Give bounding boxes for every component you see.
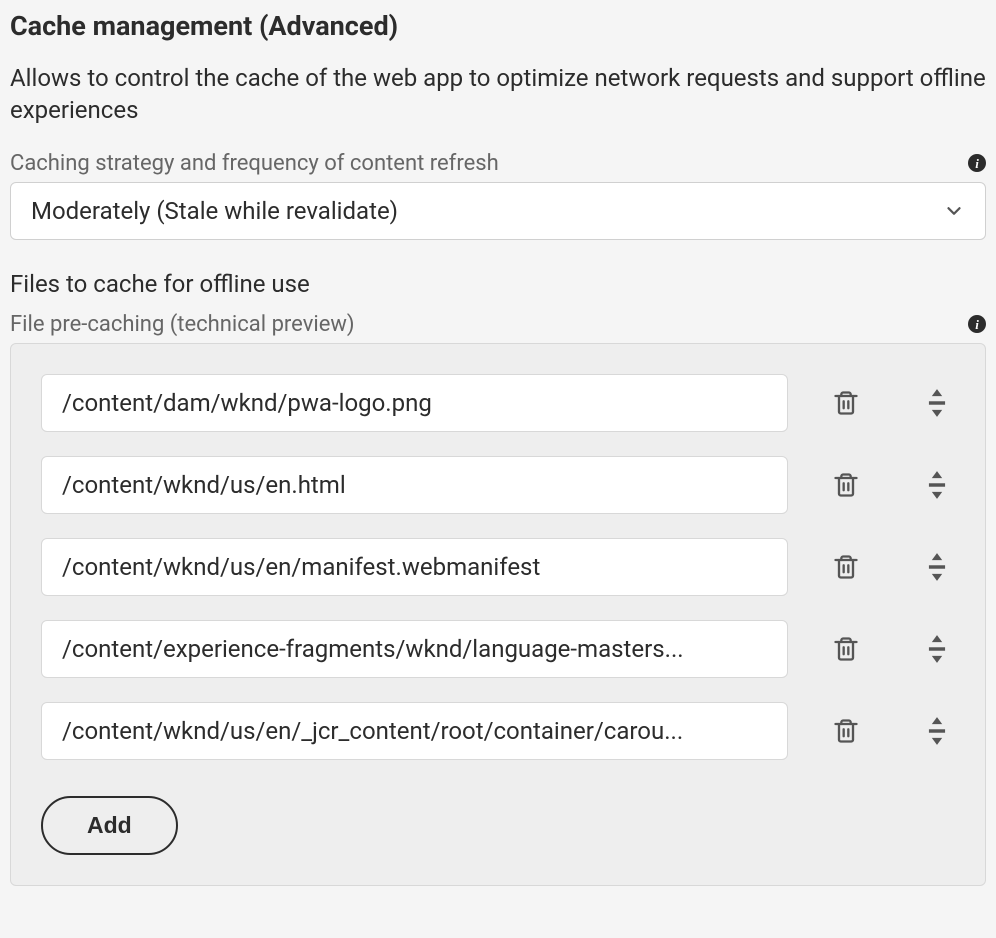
file-path-input[interactable]: /content/experience-fragments/wknd/langu… — [41, 620, 788, 678]
row-actions — [828, 548, 955, 586]
file-path-input[interactable]: /content/wknd/us/en.html — [41, 456, 788, 514]
reorder-icon[interactable] — [919, 466, 955, 504]
add-button[interactable]: Add — [41, 796, 178, 855]
reorder-icon[interactable] — [919, 712, 955, 750]
file-row: /content/experience-fragments/wknd/langu… — [41, 620, 955, 678]
info-icon[interactable]: i — [968, 154, 986, 172]
file-row: /content/wknd/us/en/manifest.webmanifest — [41, 538, 955, 596]
row-actions — [828, 466, 955, 504]
caching-strategy-select[interactable]: Moderately (Stale while revalidate) — [10, 182, 986, 240]
section-title: Cache management (Advanced) — [10, 10, 986, 42]
trash-icon[interactable] — [828, 631, 864, 667]
trash-icon[interactable] — [828, 467, 864, 503]
precaching-label: File pre-caching (technical preview) — [10, 312, 355, 337]
strategy-label-row: Caching strategy and frequency of conten… — [10, 151, 986, 176]
reorder-icon[interactable] — [919, 630, 955, 668]
section-description: Allows to control the cache of the web a… — [10, 62, 986, 127]
info-icon[interactable]: i — [968, 315, 986, 333]
trash-icon[interactable] — [828, 549, 864, 585]
row-actions — [828, 384, 955, 422]
files-title: Files to cache for offline use — [10, 270, 986, 298]
file-row: /content/wknd/us/en.html — [41, 456, 955, 514]
row-actions — [828, 712, 955, 750]
reorder-icon[interactable] — [919, 384, 955, 422]
select-value: Moderately (Stale while revalidate) — [31, 197, 398, 225]
trash-icon[interactable] — [828, 385, 864, 421]
reorder-icon[interactable] — [919, 548, 955, 586]
precaching-label-row: File pre-caching (technical preview) i — [10, 312, 986, 337]
file-row: /content/wknd/us/en/_jcr_content/root/co… — [41, 702, 955, 760]
file-precaching-list: /content/dam/wknd/pwa-logo.png/content/w… — [10, 343, 986, 886]
row-actions — [828, 630, 955, 668]
file-path-input[interactable]: /content/wknd/us/en/manifest.webmanifest — [41, 538, 788, 596]
chevron-down-icon — [943, 200, 965, 222]
strategy-label: Caching strategy and frequency of conten… — [10, 151, 499, 176]
file-row: /content/dam/wknd/pwa-logo.png — [41, 374, 955, 432]
trash-icon[interactable] — [828, 713, 864, 749]
file-path-input[interactable]: /content/wknd/us/en/_jcr_content/root/co… — [41, 702, 788, 760]
file-path-input[interactable]: /content/dam/wknd/pwa-logo.png — [41, 374, 788, 432]
